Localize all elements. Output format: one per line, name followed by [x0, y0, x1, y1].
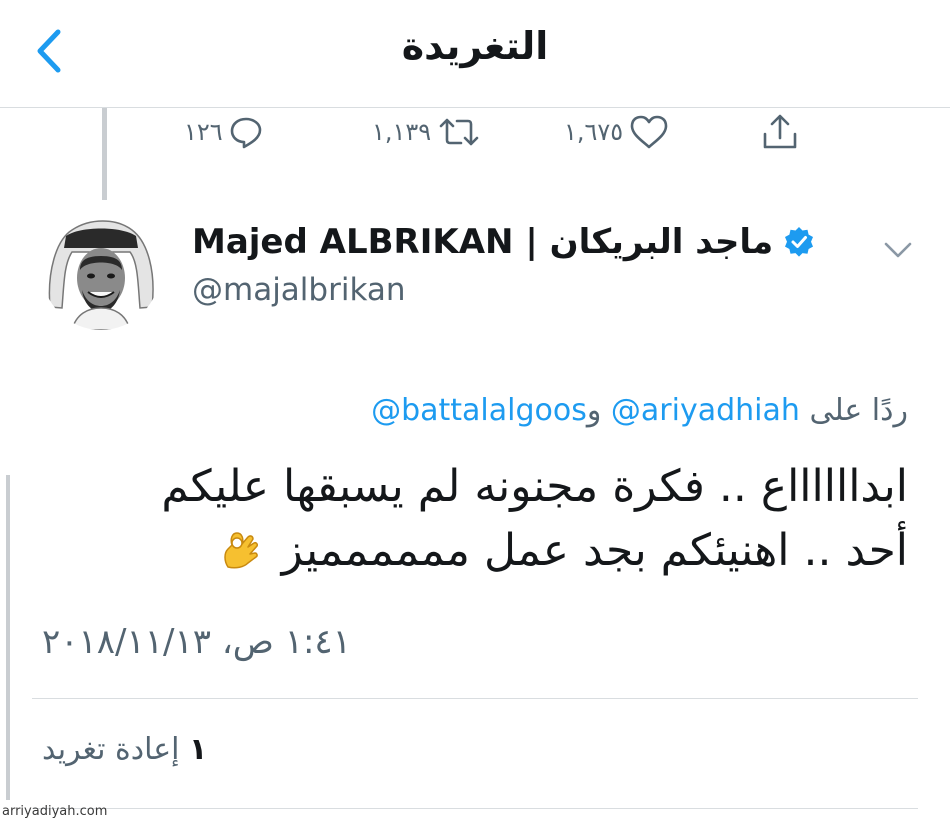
share-icon: [763, 114, 797, 149]
retweets-stat-label: إعادة تغريد: [42, 732, 180, 767]
top-bar: التغريدة: [0, 0, 950, 108]
retweets-stat-count: ١: [189, 732, 208, 767]
page-title: التغريدة: [401, 24, 549, 68]
retweet-button[interactable]: ١,١٣٩: [372, 112, 481, 152]
reply-count: ١٢٦: [184, 118, 223, 146]
replying-to-connector: و: [586, 393, 602, 428]
mention-link[interactable]: @ariyadhiah: [611, 393, 800, 428]
retweet-count: ١,١٣٩: [372, 118, 432, 146]
replying-to-prefix: ردًا على: [809, 393, 908, 428]
previous-tweet-action-bar: ١٢٦ ١,١٣٩ ١,٦٧٥: [0, 108, 950, 153]
chevron-down-icon: [884, 242, 912, 258]
mention-link[interactable]: @battalalgoos: [371, 393, 587, 428]
tweet-text-line: أحد .. اهنيئكم بجد عمل مممممميز: [48, 519, 908, 583]
tweet-text: ابدااااااع .. فكرة مجنونه لم يسبقها عليك…: [48, 455, 908, 583]
reply-icon: [230, 117, 261, 149]
like-button[interactable]: ١,٦٧٥: [564, 112, 669, 152]
tweet-timestamp: ١:٤١ ص، ٢٠١٨/١١/١٣: [42, 622, 351, 662]
profile-photo-icon: [42, 212, 160, 330]
author-handle[interactable]: @majalbrikan: [192, 272, 406, 308]
tweet-text-line: ابدااااااع .. فكرة مجنونه لم يسبقها عليك…: [161, 461, 908, 512]
author-display-name: Majed ALBRIKAN | ماجد البريكان: [192, 222, 774, 262]
ok-hand-emoji-icon: [223, 532, 258, 569]
like-count: ١,٦٧٥: [564, 118, 624, 146]
avatar[interactable]: [42, 212, 160, 330]
scroll-indicator: [6, 475, 10, 800]
more-options-button[interactable]: [880, 236, 916, 264]
retweet-icon: [439, 118, 479, 146]
share-button[interactable]: [760, 112, 800, 152]
reply-button[interactable]: ١٢٦: [184, 112, 263, 152]
watermark: arriyadiyah.com: [2, 804, 108, 819]
replying-to-line: ردًا على @ariyadhiah و@battalalgoos: [371, 393, 908, 428]
author-name[interactable]: Majed ALBRIKAN | ماجد البريكان: [192, 222, 815, 262]
heart-icon: [630, 115, 668, 149]
tweet-text-segment: أحد .. اهنيئكم بجد عمل مممممميز: [281, 525, 908, 576]
retweets-stat[interactable]: ١ إعادة تغريد: [42, 732, 207, 767]
divider: [32, 808, 918, 809]
verified-badge-icon: [785, 227, 814, 257]
divider: [32, 698, 918, 699]
